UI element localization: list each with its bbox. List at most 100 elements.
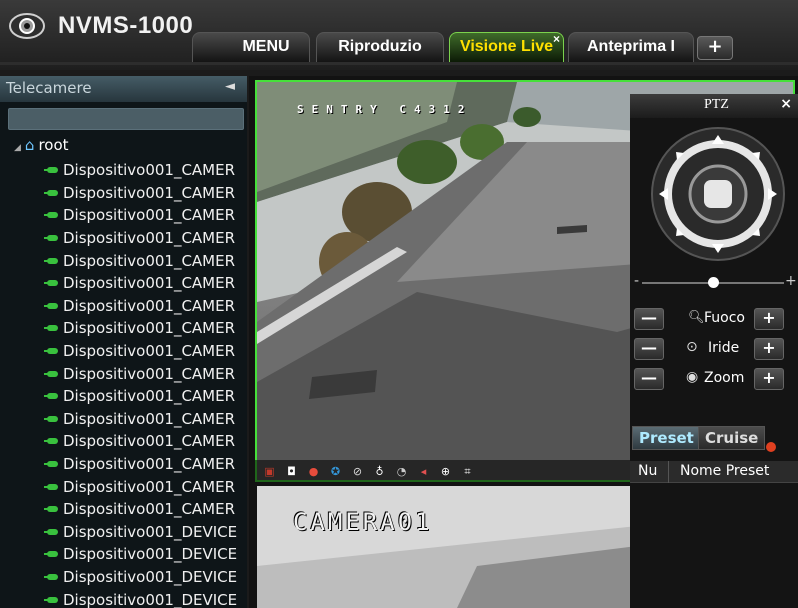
camera-icon xyxy=(44,234,58,242)
focus-icon: 🔍︎ xyxy=(688,310,705,325)
close-icon[interactable]: × xyxy=(780,96,792,112)
camera-icon xyxy=(44,392,58,400)
device-label: Dispositivo001_CAMER xyxy=(63,183,236,202)
ptz-icon[interactable]: ✪ xyxy=(327,463,344,480)
camera-osd-label: SENTRY C4312 xyxy=(297,103,473,116)
snapshot-close-icon[interactable]: ▣ xyxy=(261,463,278,480)
camera-icon xyxy=(44,528,58,536)
camera-icon xyxy=(44,573,58,581)
device-label: Dispositivo001_CAMER xyxy=(63,364,236,383)
tab-cruise[interactable]: Cruise xyxy=(698,426,766,450)
device-list-item[interactable]: Dispositivo001_CAMER xyxy=(44,362,244,385)
device-list-item[interactable]: Dispositivo001_DEVICE xyxy=(44,588,244,608)
iris-minus-button[interactable]: — xyxy=(634,338,664,360)
tab-menu[interactable]: MENU xyxy=(192,32,310,62)
iris-plus-button[interactable]: + xyxy=(754,338,784,360)
device-list-item[interactable]: Dispositivo001_CAMER xyxy=(44,408,244,431)
device-label: Dispositivo001_CAMER xyxy=(63,409,236,428)
zoom-plus-button[interactable]: + xyxy=(754,368,784,390)
tab-close-icon[interactable]: × xyxy=(553,33,560,46)
tree-root[interactable]: ◢ ⌂ root xyxy=(14,136,69,158)
speed-minus-icon[interactable]: - xyxy=(634,273,639,289)
device-label: Dispositivo001_DEVICE xyxy=(63,567,238,586)
device-label: Dispositivo001_CAMER xyxy=(63,319,236,338)
tab-label: Anteprima I xyxy=(586,38,675,55)
device-list-item[interactable]: Dispositivo001_DEVICE xyxy=(44,521,244,544)
camera-icon xyxy=(44,460,58,468)
no-audio-icon[interactable]: ⊘ xyxy=(349,463,366,480)
column-divider xyxy=(668,461,669,483)
camera-icon xyxy=(44,279,58,287)
device-list-item[interactable]: Dispositivo001_CAMER xyxy=(44,204,244,227)
tree-root-label: root xyxy=(38,136,69,154)
zoom-control: — ◉ Zoom + xyxy=(634,368,794,392)
device-label: Dispositivo001_CAMER xyxy=(63,500,236,519)
tab-label: MENU xyxy=(242,38,290,55)
device-label: Dispositivo001_CAMER xyxy=(63,455,236,474)
tab-riproduzione[interactable]: Riproduzio xyxy=(316,32,444,62)
device-list-item[interactable]: Dispositivo001_CAMER xyxy=(44,475,244,498)
settings-gear-icon[interactable] xyxy=(766,442,776,452)
device-label: Dispositivo001_CAMER xyxy=(63,477,236,496)
device-list-item[interactable]: Dispositivo001_CAMER xyxy=(44,498,244,521)
ptz-direction-pad[interactable] xyxy=(650,126,786,262)
focus-plus-button[interactable]: + xyxy=(754,308,784,330)
ptz-header: PTZ × xyxy=(630,94,798,118)
iris-icon: ⊙ xyxy=(686,339,698,355)
add-tab-button[interactable]: + xyxy=(697,36,733,60)
tab-preset[interactable]: Preset xyxy=(632,426,701,450)
device-label: Dispositivo001_CAMER xyxy=(63,229,236,248)
zoom-in-icon[interactable]: ⊕ xyxy=(437,463,454,480)
device-list-item[interactable]: Dispositivo001_CAMER xyxy=(44,272,244,295)
microphone-icon[interactable]: ♁ xyxy=(371,463,388,480)
record-icon[interactable]: ● xyxy=(305,463,322,480)
speaker-icon[interactable]: ◂ xyxy=(415,463,432,480)
camera-icon xyxy=(44,347,58,355)
focus-control: — 🔍︎ Fuoco + xyxy=(634,308,794,332)
device-list-item[interactable]: Dispositivo001_CAMER xyxy=(44,340,244,363)
device-list-item[interactable]: Dispositivo001_DEVICE xyxy=(44,566,244,589)
device-list-item[interactable]: Dispositivo001_CAMER xyxy=(44,430,244,453)
device-list-item[interactable]: Dispositivo001_CAMER xyxy=(44,295,244,318)
speed-slider-thumb[interactable] xyxy=(708,277,719,288)
device-label: Dispositivo001_CAMER xyxy=(63,342,236,361)
camera-feed-image xyxy=(257,486,637,608)
expand-arrow-icon[interactable]: ◢ xyxy=(14,143,21,153)
collapse-icon[interactable]: ◄ xyxy=(225,79,235,94)
device-list-item[interactable]: Dispositivo001_CAMER xyxy=(44,227,244,250)
iris-control: — ⊙ Iride + xyxy=(634,338,794,362)
device-label: Dispositivo001_CAMER xyxy=(63,432,236,451)
camera-icon xyxy=(44,211,58,219)
header-divider xyxy=(0,62,798,65)
search-input[interactable] xyxy=(8,108,244,130)
device-list-item[interactable]: Dispositivo001_CAMER xyxy=(44,182,244,205)
device-list-item[interactable]: Dispositivo001_CAMER xyxy=(44,453,244,476)
camera-sidebar: Telecamere ◄ ◢ ⌂ root Dispositivo001_CAMER… xyxy=(0,76,247,608)
focus-minus-button[interactable]: — xyxy=(634,308,664,330)
fullscreen-icon[interactable]: ⌗ xyxy=(459,463,476,480)
camera-icon xyxy=(44,370,58,378)
tab-visione-live[interactable]: Visione Live × xyxy=(449,32,564,62)
device-label: Dispositivo001_CAMER xyxy=(63,206,236,225)
device-list-item[interactable]: Dispositivo001_DEVICE xyxy=(44,543,244,566)
preset-table-header: Nu Nome Preset xyxy=(630,461,798,483)
home-icon: ⌂ xyxy=(24,136,35,154)
sidebar-title: Telecamere xyxy=(6,79,92,97)
camera-icon xyxy=(44,189,58,197)
speed-plus-icon[interactable]: + xyxy=(785,273,797,289)
device-list-item[interactable]: Dispositivo001_CAMER xyxy=(44,249,244,272)
device-label: Dispositivo001_DEVICE xyxy=(63,522,238,541)
ptz-title: PTZ xyxy=(704,97,729,112)
column-header-number: Nu xyxy=(638,463,658,479)
camera-icon xyxy=(44,483,58,491)
zoom-minus-button[interactable]: — xyxy=(634,368,664,390)
device-list-item[interactable]: Dispositivo001_CAMER xyxy=(44,385,244,408)
app-header: NVMS-1000 MENU Riproduzio Visione Live ×… xyxy=(0,0,798,70)
stream-icon[interactable]: ◔ xyxy=(393,463,410,480)
device-label: Dispositivo001_CAMER xyxy=(63,251,236,270)
tab-anteprima[interactable]: Anteprima I xyxy=(568,32,694,62)
video-pane-2[interactable]: CAMERA01 xyxy=(257,486,637,608)
device-list-item[interactable]: Dispositivo001_CAMER xyxy=(44,159,244,182)
device-list-item[interactable]: Dispositivo001_CAMER xyxy=(44,317,244,340)
camera-icon[interactable]: ◘ xyxy=(283,463,300,480)
